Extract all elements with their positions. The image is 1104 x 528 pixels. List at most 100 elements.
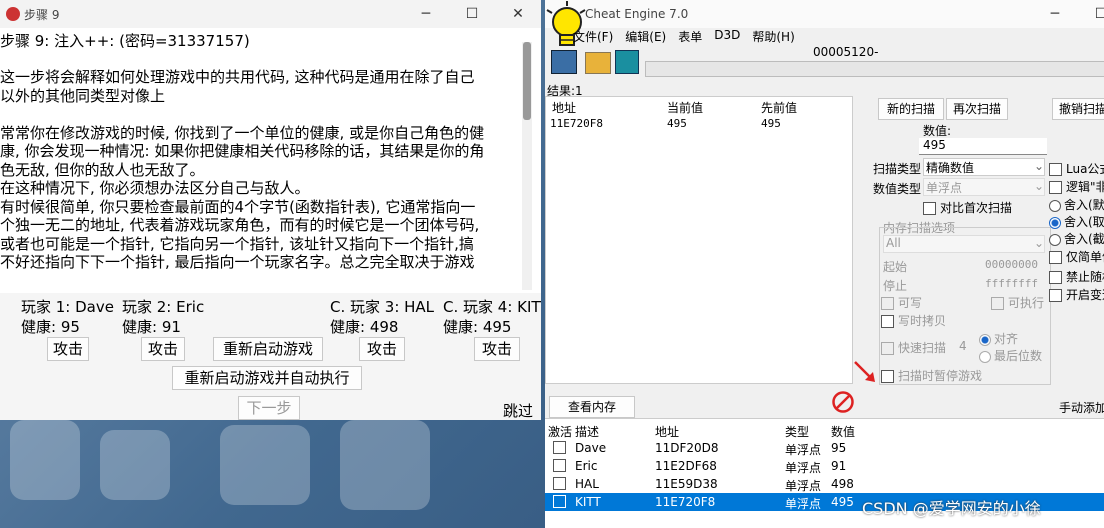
writable-checkbox[interactable]: 可写 bbox=[881, 294, 922, 311]
step-heading: 步骤 9: 注入++: (密码=31337157) bbox=[0, 32, 250, 50]
tutorial-line: 康, 你会发现一种情况: 如果你把健康相关代码移除的话，其结果是你的角 bbox=[0, 142, 485, 160]
row-type: 单浮点 bbox=[785, 443, 822, 457]
app-icon bbox=[6, 7, 20, 21]
scan-type-label: 扫描类型 bbox=[873, 162, 922, 176]
arrow-icon bbox=[854, 361, 875, 382]
player4-attack-button[interactable]: 攻击 bbox=[474, 337, 520, 361]
row-address: 11E59D38 bbox=[655, 477, 718, 491]
menu-item[interactable]: 文件(F) bbox=[573, 28, 613, 45]
next-scan-button[interactable]: 再次扫描 bbox=[946, 98, 1008, 120]
round-integer-radio[interactable]: 舍入(取整) bbox=[1049, 213, 1104, 230]
table-row[interactable]: Dave 11DF20D8 单浮点 95 bbox=[545, 439, 1104, 457]
speedhack-checkbox[interactable]: 开启变速 bbox=[1049, 286, 1104, 303]
result-address[interactable]: 11E720F8 bbox=[550, 117, 603, 130]
col-active: 激活 bbox=[548, 425, 573, 439]
row-type: 单浮点 bbox=[785, 479, 822, 493]
stop-icon[interactable] bbox=[831, 390, 855, 414]
mem-region-select[interactable]: All ⌄ bbox=[883, 235, 1045, 253]
fast-scan-checkbox[interactable]: 快速扫描 bbox=[881, 339, 946, 356]
fast-scan-value[interactable]: 4 bbox=[959, 339, 967, 353]
active-checkbox[interactable] bbox=[553, 477, 566, 490]
row-value: 91 bbox=[831, 459, 847, 473]
close-icon[interactable]: ✕ bbox=[495, 6, 541, 22]
round-truncate-radio[interactable]: 舍入(截断) bbox=[1049, 230, 1104, 247]
desktop-tile bbox=[340, 420, 430, 510]
executable-checkbox[interactable]: 可执行 bbox=[991, 294, 1044, 311]
last-digits-radio[interactable]: 最后位数 bbox=[979, 347, 1042, 364]
pause-game-checkbox[interactable]: 扫描时暂停游戏 bbox=[881, 367, 982, 384]
scrollbar[interactable] bbox=[522, 42, 532, 290]
copy-on-write-checkbox[interactable]: 写时拷贝 bbox=[881, 312, 946, 329]
lua-formula-checkbox[interactable]: Lua公式 bbox=[1049, 160, 1104, 177]
player2-attack-button[interactable]: 攻击 bbox=[141, 337, 185, 361]
menu-item[interactable]: 帮助(H) bbox=[752, 28, 794, 45]
new-scan-button[interactable]: 新的扫描 bbox=[878, 98, 944, 120]
not-checkbox[interactable]: 逻辑"非" bbox=[1049, 178, 1104, 195]
row-value: 498 bbox=[831, 477, 854, 491]
desktop-tile bbox=[100, 430, 170, 500]
player4-name: C. 玩家 4: KITT bbox=[443, 298, 541, 316]
select-process-icon[interactable] bbox=[551, 50, 577, 74]
undo-scan-button[interactable]: 撤销扫描 bbox=[1052, 98, 1104, 120]
tutorial-text: 这一步将会解释如何处理游戏中的共用代码, 这种代码是通用在除了自己 以外的其他同类… bbox=[0, 68, 484, 272]
cheat-engine-window: Cheat Engine 7.0 ─ ☐ 文件(F) 编辑(E) 表单 D3D 帮助(H… bbox=[545, 0, 1104, 528]
value-type-label: 数值类型 bbox=[873, 182, 922, 196]
table-row[interactable]: Eric 11E2DF68 单浮点 91 bbox=[545, 457, 1104, 475]
value-type-select[interactable]: 单浮点 ⌄ bbox=[923, 178, 1045, 196]
menu-item[interactable]: 表单 bbox=[678, 28, 702, 45]
col-type: 类型 bbox=[785, 425, 810, 439]
start-label: 起始 bbox=[883, 260, 908, 274]
maximize-icon[interactable]: ☐ bbox=[449, 6, 495, 22]
row-type: 单浮点 bbox=[785, 497, 822, 511]
next-step-button[interactable]: 下一步 bbox=[238, 396, 300, 420]
scan-type-select[interactable]: 精确数值 ⌄ bbox=[923, 158, 1045, 176]
row-desc: Eric bbox=[575, 459, 598, 473]
restart-auto-button[interactable]: 重新启动游戏并自动执行 bbox=[172, 366, 362, 390]
tutorial-line: 个独一无二的地址, 代表着游戏玩家角色，而有的时候它是一个团体号码, bbox=[0, 216, 480, 234]
restart-game-button[interactable]: 重新启动游戏 bbox=[213, 337, 323, 361]
simple-values-checkbox[interactable]: 仅简单值 bbox=[1049, 248, 1104, 265]
skip-link[interactable]: 跳过 bbox=[503, 400, 533, 420]
col-value: 数值 bbox=[831, 425, 856, 439]
row-desc: Dave bbox=[575, 441, 607, 455]
tutorial-line: 不好还指向下下一个指针, 最后指向一个玩家名字。总之完全取决于游戏 bbox=[0, 253, 475, 271]
round-default-radio[interactable]: 舍入(默认) bbox=[1049, 196, 1104, 213]
player2-name: 玩家 2: Eric bbox=[122, 298, 205, 316]
active-checkbox[interactable] bbox=[553, 495, 566, 508]
result-previous: 495 bbox=[761, 117, 781, 130]
row-address: 11DF20D8 bbox=[655, 441, 719, 455]
stop-label: 停止 bbox=[883, 279, 908, 293]
value-label: 数值: bbox=[923, 124, 952, 138]
active-checkbox[interactable] bbox=[553, 459, 566, 472]
tutorial-line: 常常你在修改游戏的时候, 你找到了一个单位的健康, 或是你自己角色的健 bbox=[0, 123, 485, 142]
menu-item[interactable]: 编辑(E) bbox=[625, 28, 666, 45]
col-address: 地址 bbox=[552, 101, 577, 115]
col-table-address: 地址 bbox=[655, 425, 680, 439]
col-current: 当前值 bbox=[667, 101, 704, 115]
menu-item[interactable]: D3D bbox=[714, 28, 740, 45]
align-radio[interactable]: 对齐 bbox=[979, 330, 1018, 347]
open-folder-icon[interactable] bbox=[585, 52, 611, 74]
stop-value[interactable]: ffffffff bbox=[985, 277, 1038, 290]
view-memory-button[interactable]: 查看内存 bbox=[549, 396, 635, 418]
active-checkbox[interactable] bbox=[553, 441, 566, 454]
scrollbar-thumb[interactable] bbox=[523, 42, 531, 120]
ce-minimize-icon[interactable]: ─ bbox=[1032, 6, 1078, 22]
manual-add-button[interactable]: 手动添加 bbox=[1059, 399, 1104, 416]
results-list[interactable]: 地址 当前值 先前值 11E720F8 495 495 bbox=[545, 96, 853, 384]
start-value[interactable]: 00000000 bbox=[985, 258, 1038, 271]
tutorial-window: 步骤 9 ─ ☐ ✕ 步骤 9: 注入++: (密码=31337157) 这一步… bbox=[0, 0, 541, 420]
row-address: 11E2DF68 bbox=[655, 459, 717, 473]
row-value: 95 bbox=[831, 441, 847, 455]
no-random-checkbox[interactable]: 禁止随机 bbox=[1049, 268, 1104, 285]
player1-attack-button[interactable]: 攻击 bbox=[47, 337, 89, 361]
minimize-icon[interactable]: ─ bbox=[403, 6, 449, 22]
table-row[interactable]: HAL 11E59D38 单浮点 498 bbox=[545, 475, 1104, 493]
value-input[interactable]: 495 bbox=[919, 138, 1047, 155]
player4-health: 健康: 495 bbox=[443, 318, 512, 336]
player3-attack-button[interactable]: 攻击 bbox=[359, 337, 405, 361]
ce-maximize-icon[interactable]: ☐ bbox=[1078, 6, 1104, 22]
row-type: 单浮点 bbox=[785, 461, 822, 475]
save-icon[interactable] bbox=[615, 50, 639, 74]
compare-first-checkbox[interactable]: 对比首次扫描 bbox=[923, 199, 1012, 216]
